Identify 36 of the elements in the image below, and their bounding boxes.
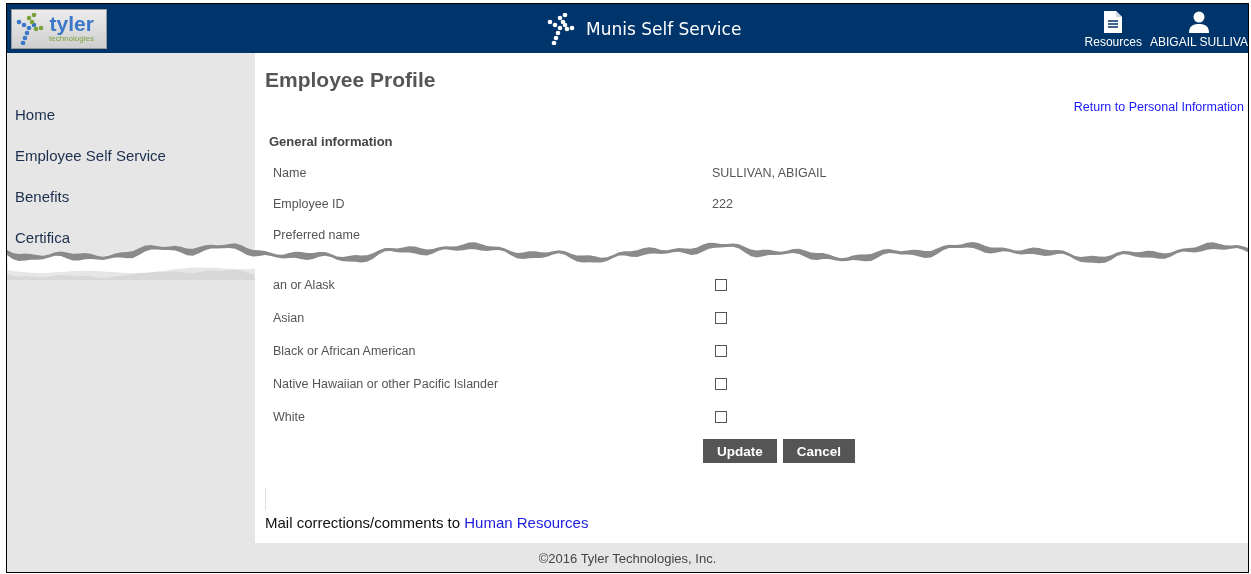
field-value: SULLIVAN, ABIGAIL [712,165,827,180]
option-label: Black or African American [273,343,417,358]
checkbox[interactable] [715,377,727,390]
field-label: Preferred name [273,227,361,242]
mail-note: Mail corrections/comments to Human Resources [265,514,589,531]
logo-tagline: technologies [49,34,94,43]
option-label: White [273,409,306,424]
logo-name: tyler [49,14,94,34]
checkbox[interactable] [715,344,727,357]
sidebar-item[interactable]: Benefits [15,187,70,207]
field-label: Employee ID [273,196,346,211]
option-label: Asian [273,310,306,325]
checkbox[interactable] [715,311,727,324]
page-title: Employee Profile [265,67,436,93]
sidebar-item[interactable]: Employee Self Service [15,146,166,166]
sidebar-item[interactable]: Certifica [15,228,70,248]
app-title: Munis Self Service [586,18,742,39]
user-icon [1187,11,1210,33]
cancel-button[interactable]: Cancel [782,439,856,463]
user-menu[interactable]: ABIGAIL SULLIVA [1149,11,1248,53]
update-button[interactable]: Update [703,439,777,463]
option-label: an or Alask [273,277,336,292]
dots-icon [547,12,577,45]
option-label: Native Hawaiian or other Pacific Islander [273,376,500,391]
copyright: ©2016 Tyler Technologies, Inc. [538,551,717,568]
checkbox[interactable] [715,278,727,291]
checkbox[interactable] [715,410,727,423]
mail-link[interactable]: Human Resources [464,514,589,531]
dots-icon [16,12,46,45]
section-heading: General information [269,134,393,150]
document-icon [1104,11,1123,33]
field-value: 222 [712,196,733,211]
resources-link[interactable]: Resources [1084,11,1142,53]
field-label: Name [273,165,308,180]
sidebar-item[interactable]: Home [15,105,55,125]
back-link[interactable]: Return to Personal Information [1073,100,1244,114]
